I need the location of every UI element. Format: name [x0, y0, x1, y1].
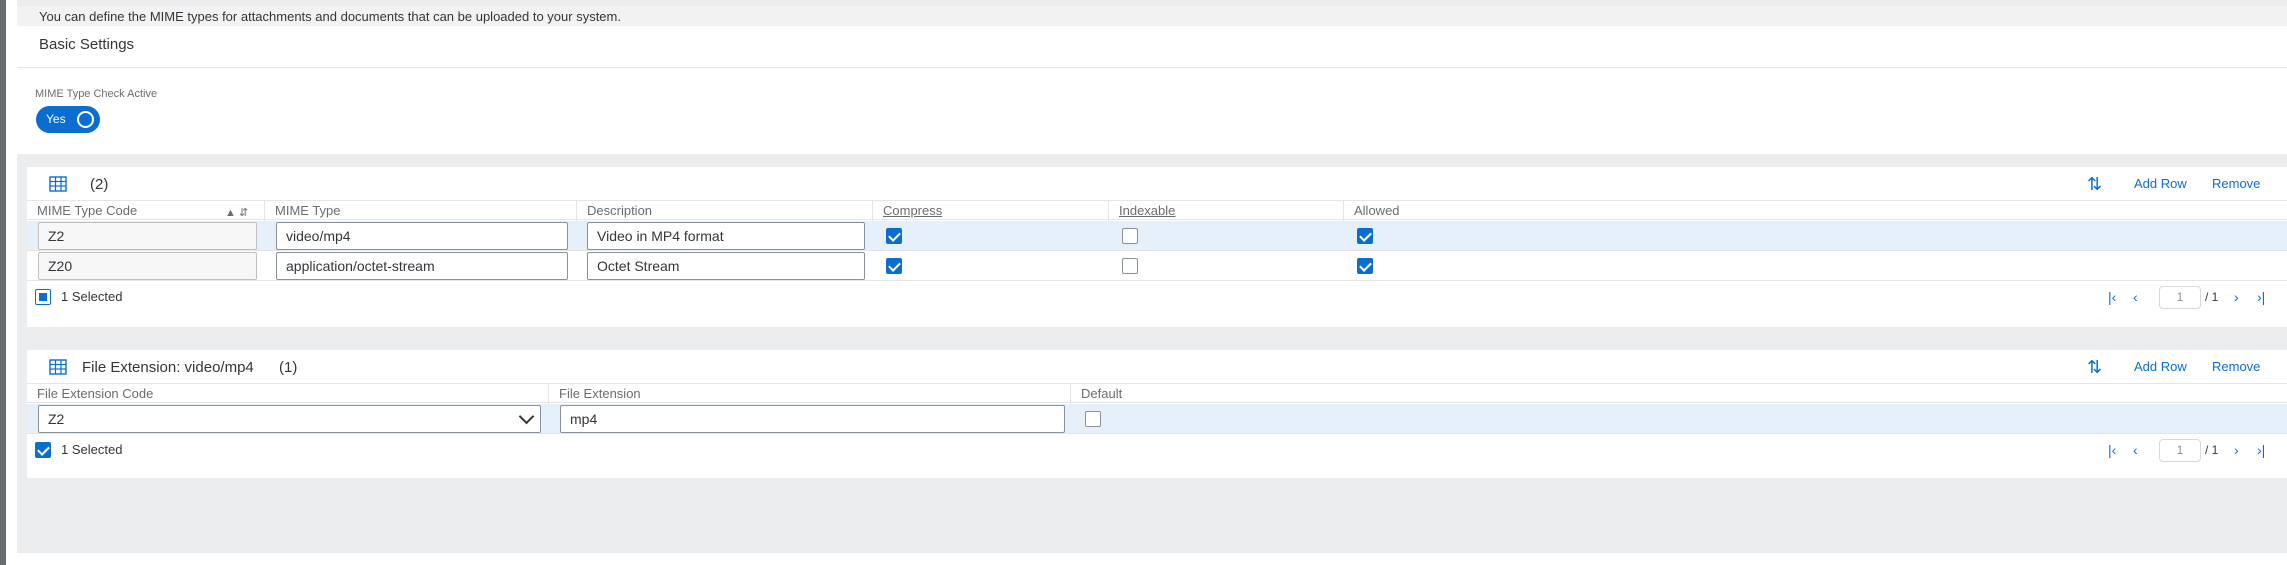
table-header: File Extension Code File Extension Defau… [27, 383, 2287, 404]
remove-button[interactable]: Remove [2212, 176, 2260, 191]
table-grid-icon [49, 176, 67, 192]
indexable-checkbox[interactable] [1122, 258, 1138, 274]
basic-settings-title: Basic Settings [39, 36, 135, 53]
allowed-checkbox[interactable] [1357, 258, 1373, 274]
last-page-icon[interactable]: ›| [2257, 289, 2265, 305]
table-row[interactable]: Z2 video/mp4 Video in MP4 format [27, 221, 2287, 251]
table-row[interactable]: Z20 application/octet-stream Octet Strea… [27, 251, 2287, 281]
next-page-icon[interactable]: › [2234, 289, 2239, 305]
chevron-down-icon [518, 408, 535, 425]
select-value: Z2 [48, 411, 65, 427]
mime-code-field[interactable]: Z20 [38, 252, 257, 280]
header-default[interactable]: Default [1071, 384, 2287, 404]
selected-count: 1 Selected [61, 289, 123, 304]
header-compress[interactable]: Compress [873, 201, 1109, 221]
table-toolbar: File Extension: video/mp4 (1) ⇅ Add Row … [27, 350, 2287, 383]
table-footer: 1 Selected |‹ ‹ 1 / 1 › ›| [27, 283, 2287, 313]
mime-check-label: MIME Type Check Active [35, 88, 158, 100]
sort-icon[interactable]: ⇅ [2087, 174, 2102, 195]
description-input[interactable]: Octet Stream [587, 252, 865, 280]
mime-type-input[interactable]: video/mp4 [276, 222, 568, 250]
compress-checkbox[interactable] [886, 258, 902, 274]
table-title: File Extension: video/mp4 [82, 359, 254, 376]
previous-page-icon[interactable]: ‹ [2133, 442, 2138, 458]
page-total: / 1 [2205, 443, 2219, 457]
compress-checkbox[interactable] [886, 228, 902, 244]
switch-label: Yes [46, 112, 66, 126]
header-mime-type-code[interactable]: MIME Type Code ▲ ⇵ [27, 201, 265, 221]
header-description[interactable]: Description [577, 201, 873, 221]
info-text: You can define the MIME types for attach… [17, 6, 2287, 26]
add-row-button[interactable]: Add Row [2134, 176, 2187, 191]
select-all-checkbox[interactable] [35, 442, 51, 458]
first-page-icon[interactable]: |‹ [2108, 442, 2116, 458]
page-total: / 1 [2205, 290, 2219, 304]
switch-knob-icon [77, 111, 94, 128]
sort-icon[interactable]: ⇅ [2087, 357, 2102, 378]
table-count: (1) [279, 359, 298, 376]
selected-count: 1 Selected [61, 442, 123, 457]
table-count: (2) [90, 176, 109, 193]
table-grid-icon [49, 359, 67, 375]
select-all-checkbox[interactable] [35, 289, 51, 305]
mime-code-field[interactable]: Z2 [38, 222, 257, 250]
add-row-button[interactable]: Add Row [2134, 359, 2187, 374]
file-extension-code-select[interactable]: Z2 [38, 405, 541, 433]
mime-check-switch[interactable]: Yes [36, 106, 100, 133]
header-label: MIME Type Code [37, 203, 138, 218]
mime-types-table: (2) ⇅ Add Row Remove MIME Type Code ▲ ⇵ … [27, 167, 2287, 327]
header-file-extension-code[interactable]: File Extension Code [27, 384, 549, 404]
default-checkbox[interactable] [1085, 411, 1101, 427]
table-footer: 1 Selected |‹ ‹ 1 / 1 › ›| [27, 436, 2287, 466]
divider [17, 67, 2287, 68]
remove-button[interactable]: Remove [2212, 359, 2260, 374]
allowed-checkbox[interactable] [1357, 228, 1373, 244]
previous-page-icon[interactable]: ‹ [2133, 289, 2138, 305]
table-header: MIME Type Code ▲ ⇵ MIME Type Description… [27, 200, 2287, 221]
next-page-icon[interactable]: › [2234, 442, 2239, 458]
page-input[interactable]: 1 [2159, 439, 2201, 462]
header-indexable[interactable]: Indexable [1109, 201, 1344, 221]
indexable-checkbox[interactable] [1122, 228, 1138, 244]
file-extension-input[interactable]: mp4 [560, 405, 1065, 433]
table-toolbar: (2) ⇅ Add Row Remove [27, 167, 2287, 200]
header-mime-type[interactable]: MIME Type [265, 201, 577, 221]
page-input[interactable]: 1 [2159, 286, 2201, 309]
left-edge-bar [0, 0, 6, 565]
file-extension-table: File Extension: video/mp4 (1) ⇅ Add Row … [27, 350, 2287, 478]
mime-type-input[interactable]: application/octet-stream [276, 252, 568, 280]
table-row[interactable]: Z2 mp4 [27, 404, 2287, 434]
description-input[interactable]: Video in MP4 format [587, 222, 865, 250]
last-page-icon[interactable]: ›| [2257, 442, 2265, 458]
header-allowed[interactable]: Allowed [1344, 201, 2287, 221]
basic-settings-section: Basic Settings MIME Type Check Active Ye… [17, 26, 2287, 154]
page-content: You can define the MIME types for attach… [17, 0, 2287, 553]
first-page-icon[interactable]: |‹ [2108, 289, 2116, 305]
header-file-extension[interactable]: File Extension [549, 384, 1071, 404]
